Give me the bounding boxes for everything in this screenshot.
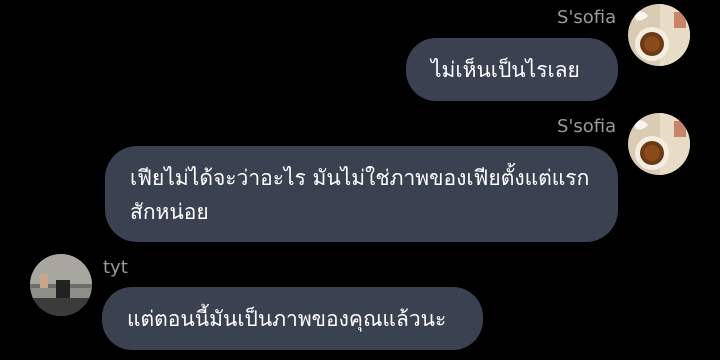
message-text: เฟียไม่ได้จะว่าอะไร มันไม่ใช่ภาพของเฟียต… — [130, 166, 590, 224]
sender-name[interactable]: S'sofia — [557, 117, 616, 137]
message-text: แต่ตอนนี้มันเป็นภาพของคุณแล้วนะ — [127, 307, 447, 331]
tea-cup-book-avatar-icon — [628, 4, 690, 66]
street-photo-avatar-icon — [30, 254, 92, 316]
message-bubble[interactable]: แต่ตอนนี้มันเป็นภาพของคุณแล้วนะ — [102, 287, 483, 350]
sender-avatar[interactable] — [628, 113, 690, 175]
message-bubble[interactable]: ไม่เห็นเป็นไรเลย — [406, 38, 618, 101]
sender-name[interactable]: S'sofia — [557, 8, 616, 28]
tea-cup-book-avatar-icon — [628, 113, 690, 175]
sender-avatar[interactable] — [628, 4, 690, 66]
message-text: ไม่เห็นเป็นไรเลย — [431, 58, 580, 82]
sender-avatar[interactable] — [30, 254, 92, 316]
message-bubble[interactable]: เฟียไม่ได้จะว่าอะไร มันไม่ใช่ภาพของเฟียต… — [105, 146, 618, 242]
sender-name[interactable]: tyt — [103, 258, 128, 278]
